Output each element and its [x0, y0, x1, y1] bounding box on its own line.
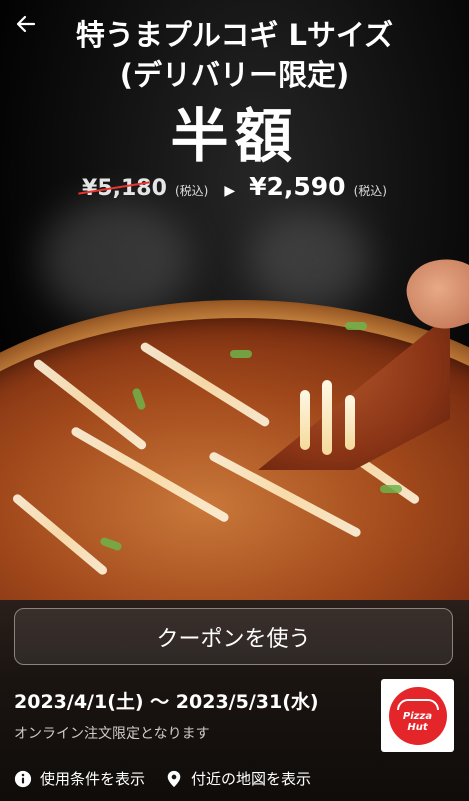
use-coupon-button[interactable]: クーポンを使う — [14, 608, 453, 665]
green-onion — [380, 485, 402, 493]
logo-text-2: Hut — [407, 721, 428, 733]
triangle-arrow-icon: ▶ — [224, 183, 236, 199]
coupon-detail-screen: 特うまプルコギ Lサイズ (デリバリー限定) 半額 ¥5,180 (税込) ▶ … — [0, 0, 469, 801]
map-link[interactable]: 付近の地図を表示 — [165, 768, 311, 789]
sale-tax-label: (税込) — [353, 184, 387, 198]
sale-price: ¥2,590 — [249, 172, 346, 201]
footer-links: 使用条件を表示 付近の地図を表示 — [14, 768, 454, 789]
title-line-2: (デリバリー限定) — [119, 58, 350, 92]
title-line-1: 特うまプルコギ Lサイズ — [75, 18, 394, 52]
online-only-note: オンライン注文限定となります — [14, 726, 210, 742]
original-tax-label: (税込) — [174, 184, 209, 198]
terms-link[interactable]: 使用条件を表示 — [14, 768, 145, 789]
promo-title: 特うまプルコギ Lサイズ (デリバリー限定) — [0, 15, 469, 95]
logo-text-1: Pizza — [402, 710, 433, 722]
validity-period: 2023/4/1(土) 〜 2023/5/31(水) — [14, 691, 319, 713]
cheese-string — [345, 395, 355, 450]
price-row: ¥5,180 (税込) ▶ ¥2,590 (税込) — [0, 172, 469, 206]
logo-badge: Pizza Hut — [388, 686, 447, 745]
pizza-hut-logo: Pizza Hut — [381, 679, 454, 752]
terms-link-label: 使用条件を表示 — [40, 770, 146, 788]
cheese-string — [300, 390, 310, 450]
map-pin-icon — [167, 770, 181, 787]
original-price: ¥5,180 — [78, 176, 167, 201]
cheese-string — [322, 380, 332, 455]
map-link-label: 付近の地図を表示 — [191, 770, 312, 788]
info-icon — [14, 770, 32, 787]
green-onion — [345, 322, 367, 330]
discount-label: 半額 — [170, 102, 299, 170]
logo-roof-icon — [396, 698, 439, 710]
steam-decoration — [40, 200, 190, 320]
steam-decoration — [250, 210, 370, 310]
green-onion — [230, 350, 252, 358]
original-price-value: ¥5,180 — [82, 176, 167, 201]
